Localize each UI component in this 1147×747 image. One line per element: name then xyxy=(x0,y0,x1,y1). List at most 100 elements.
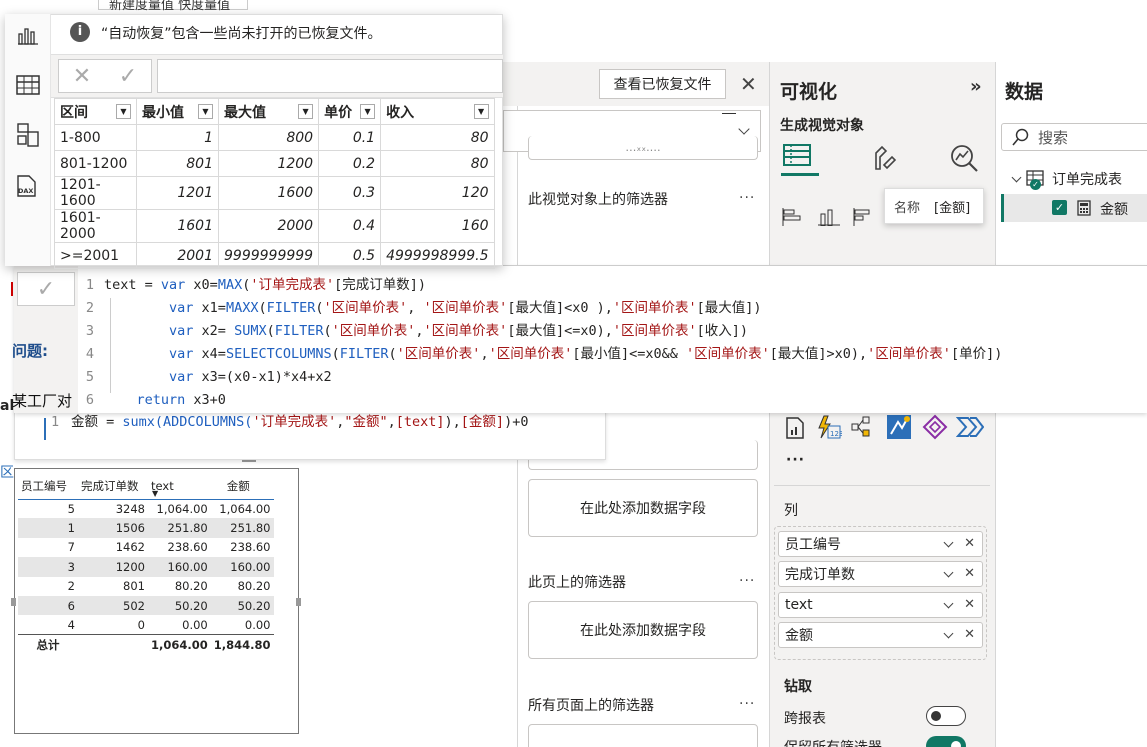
analytics-icon[interactable] xyxy=(947,142,979,178)
smart-narrative-icon[interactable]: 123 xyxy=(816,414,843,444)
grid-cell[interactable]: 9999999999 xyxy=(217,242,320,269)
filter-dropdown-icon[interactable]: ▼ xyxy=(116,103,131,119)
resize-handle[interactable] xyxy=(11,598,16,606)
add-all-pages-field-well[interactable] xyxy=(528,724,758,747)
view-recovered-button[interactable]: 查看已恢复文件 xyxy=(599,69,726,99)
add-visual-field-well[interactable]: 在此处添加数据字段 xyxy=(528,479,758,537)
code-line[interactable]: var x1=MAXX(FILTER('区间单价表', '区间单价表'[最大值]… xyxy=(104,297,1002,320)
matrix-row[interactable]: 1 1506 251.80 251.80 xyxy=(18,518,274,538)
chevron-down-icon[interactable] xyxy=(943,537,954,548)
grid-cell[interactable]: 800 xyxy=(217,124,320,151)
grid-col-header[interactable]: 收入 ▼ xyxy=(380,98,495,125)
code-line[interactable]: text = var x0=MAX('订单完成表'[完成订单数]) xyxy=(104,274,1002,297)
grid-cell[interactable]: 0.1 xyxy=(318,124,382,151)
matrix-row[interactable]: 7 1462 238.60 238.60 xyxy=(18,538,274,557)
grid-cell[interactable]: 0.3 xyxy=(318,176,382,210)
power-apps-icon[interactable] xyxy=(922,414,948,444)
matrix-row[interactable]: 4 0 0.00 0.00 xyxy=(18,615,274,634)
data-search-input[interactable]: 搜索 xyxy=(1001,123,1147,151)
column-field-employee-id[interactable]: 员工编号 ✕ xyxy=(778,531,983,557)
grid-cell[interactable]: 1-800 xyxy=(54,124,137,151)
grid-col-header[interactable]: 最大值 ▼ xyxy=(217,98,320,125)
stacked-column-icon[interactable] xyxy=(852,208,874,230)
matrix-row[interactable]: 3 1200 160.00 160.00 xyxy=(18,557,274,577)
grid-formula-input[interactable] xyxy=(157,59,503,93)
decomposition-tree-icon[interactable] xyxy=(850,414,878,444)
stacked-bar-icon[interactable] xyxy=(782,208,804,230)
chevron-down-icon[interactable] xyxy=(943,567,954,578)
grid-cell[interactable]: >=2001 xyxy=(54,242,137,269)
visual-filters-more-button[interactable]: ··· xyxy=(739,190,755,206)
grid-cell[interactable]: 0.4 xyxy=(318,209,382,243)
chevron-down-icon[interactable] xyxy=(1011,172,1022,182)
filter-dropdown-icon[interactable]: ▼ xyxy=(298,103,314,119)
column-field-orders-completed[interactable]: 完成订单数 ✕ xyxy=(778,561,983,587)
power-automate-icon[interactable] xyxy=(955,414,985,444)
chevron-down-icon[interactable] xyxy=(943,598,954,609)
table-view-icon[interactable] xyxy=(16,74,40,100)
filter-dropdown-icon[interactable]: ▼ xyxy=(198,103,213,119)
grid-row[interactable]: 1201-1600 1201 1600 0.3 120 xyxy=(54,176,495,210)
remove-field-icon[interactable]: ✕ xyxy=(964,597,975,612)
matrix-row[interactable]: 5 3248 1,064.00 1,064.00 xyxy=(18,499,274,518)
matrix-row[interactable]: 6 502 50.20 50.20 xyxy=(18,595,274,616)
field-checkbox[interactable]: ✓ xyxy=(1052,200,1067,215)
filter-card-clipped[interactable]: …ₓₓ.… xyxy=(528,136,758,160)
grid-col-header[interactable]: 最小值 ▼ xyxy=(136,98,219,125)
grid-col-header[interactable]: 单价 ▼ xyxy=(318,98,382,125)
matrix-col-employee[interactable]: 员工编号 xyxy=(18,473,78,500)
grid-cell[interactable]: 80 xyxy=(380,150,495,177)
code-line[interactable]: var x4=SELECTCOLUMNS(FILTER('区间单价表','区间单… xyxy=(104,343,1002,366)
formula-check-icon[interactable]: ✓ xyxy=(17,272,75,306)
grid-row[interactable]: 1601-2000 1601 2000 0.4 160 xyxy=(54,209,495,243)
remove-field-icon[interactable]: ✕ xyxy=(964,536,975,551)
confirm-icon[interactable]: ✓ xyxy=(119,64,137,89)
all-pages-filters-more-button[interactable]: ··· xyxy=(739,696,755,712)
filter-dropdown-icon[interactable]: ▼ xyxy=(360,103,376,119)
more-visuals-button[interactable]: ··· xyxy=(786,452,805,468)
filter-dropdown-icon[interactable]: ▼ xyxy=(473,103,489,119)
grid-cell[interactable]: 1200 xyxy=(217,150,320,177)
measure-formula[interactable]: 金额 = sumx(ADDCOLUMNS('订单完成表',"金额",[text]… xyxy=(71,411,528,434)
code-line[interactable]: var x2= SUMX(FILTER('区间单价表','区间单价表'[最大值]… xyxy=(104,320,1002,343)
grid-cell[interactable]: 4999998999.5 xyxy=(380,242,495,269)
resize-handle[interactable] xyxy=(296,598,301,606)
code-body[interactable]: text = var x0=MAX('订单完成表'[完成订单数]) var x1… xyxy=(104,274,1002,412)
model-view-icon[interactable] xyxy=(16,122,40,152)
grid-col-header[interactable]: 区间 ▼ xyxy=(54,98,137,125)
matrix-col-amount[interactable]: 金额 xyxy=(210,473,274,500)
expand-viz-icon[interactable]: » xyxy=(970,76,982,97)
add-page-field-well[interactable]: 在此处添加数据字段 xyxy=(528,601,758,659)
grid-cell[interactable]: 1600 xyxy=(217,176,320,210)
measure-collapse-icon[interactable] xyxy=(44,418,50,440)
build-visual-tab-icon[interactable] xyxy=(781,140,819,176)
data-table-item[interactable]: ✓ 订单完成表 xyxy=(1011,169,1122,190)
remove-field-icon[interactable]: ✕ xyxy=(964,627,975,642)
report-view-icon[interactable] xyxy=(17,24,39,50)
clustered-column-icon[interactable] xyxy=(818,208,840,230)
grid-cell[interactable]: 1601 xyxy=(136,209,219,243)
matrix-col-text[interactable]: text ▼ xyxy=(148,473,211,500)
grid-row[interactable]: 1-800 1 800 0.1 80 xyxy=(54,124,495,151)
grid-cell[interactable]: 801 xyxy=(136,150,219,177)
grid-cell[interactable]: 80 xyxy=(380,124,495,151)
cross-report-toggle[interactable] xyxy=(926,706,966,726)
remove-field-icon[interactable]: ✕ xyxy=(964,566,975,581)
grid-row[interactable]: 801-1200 801 1200 0.2 80 xyxy=(54,150,495,177)
cancel-icon[interactable]: ✕ xyxy=(73,64,91,89)
column-field-text[interactable]: text ✕ xyxy=(778,592,983,618)
matrix-col-orders[interactable]: 完成订单数 xyxy=(78,473,148,500)
format-visual-icon[interactable] xyxy=(868,143,898,177)
dax-query-icon[interactable]: DAX xyxy=(15,174,39,202)
chevron-down-icon[interactable] xyxy=(943,628,954,639)
grid-cell[interactable]: 1601-2000 xyxy=(54,209,137,243)
grid-row[interactable]: >=2001 2001 9999999999 0.5 4999998999.5 xyxy=(54,242,495,269)
grid-cancel-check[interactable]: ✕ ✓ xyxy=(58,59,152,93)
close-recovery-icon[interactable]: ✕ xyxy=(740,72,757,96)
grid-cell[interactable]: 2001 xyxy=(136,242,219,269)
paginated-report-icon[interactable] xyxy=(784,416,806,444)
grid-cell[interactable]: 1201-1600 xyxy=(54,176,137,210)
grid-cell[interactable]: 801-1200 xyxy=(54,150,137,177)
key-influencers-icon[interactable] xyxy=(886,414,912,444)
data-field-amount[interactable]: ✓ 金额 xyxy=(1001,194,1147,222)
